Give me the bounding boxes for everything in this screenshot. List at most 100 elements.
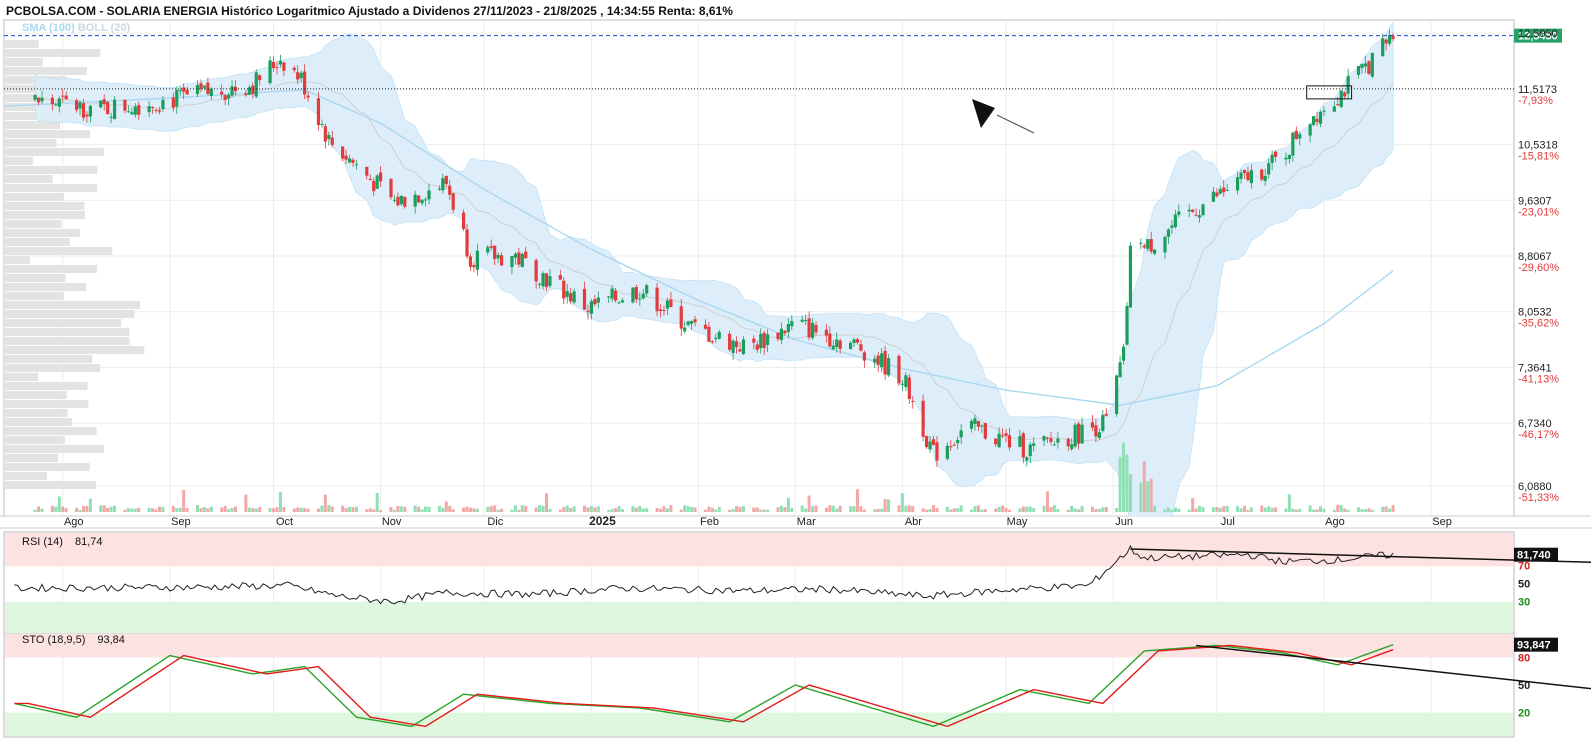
candle-body bbox=[99, 100, 103, 108]
volume-bar bbox=[811, 506, 815, 512]
volume-bar bbox=[1073, 508, 1077, 512]
candle-body bbox=[828, 333, 832, 347]
price-pct-label: -35,62% bbox=[1518, 318, 1559, 330]
volume-profile-bar bbox=[4, 310, 135, 318]
sto-label: STO (18,9,5) 93,84 bbox=[22, 634, 125, 646]
candle-body bbox=[1028, 444, 1032, 457]
volume-bar bbox=[1218, 508, 1222, 512]
volume-bar bbox=[520, 505, 524, 512]
candle-body bbox=[510, 256, 514, 268]
volume-profile-bar bbox=[4, 445, 105, 453]
candle-body bbox=[935, 442, 939, 461]
volume-bar bbox=[897, 505, 901, 512]
volume-bar bbox=[596, 506, 600, 512]
volume-bar bbox=[185, 508, 189, 512]
price-pct-label: -7,93% bbox=[1518, 95, 1553, 107]
volume-bar bbox=[234, 506, 238, 512]
candle-body bbox=[296, 72, 300, 80]
candle-body bbox=[755, 344, 759, 350]
volume-bar bbox=[952, 508, 956, 512]
candle-body bbox=[921, 400, 925, 437]
candle-body bbox=[465, 229, 469, 257]
volume-bar bbox=[396, 505, 400, 512]
boll-legend: BOLL (20) bbox=[77, 22, 131, 34]
volume-bar bbox=[904, 506, 908, 512]
rsi-tick-label: 30 bbox=[1518, 597, 1530, 609]
candle-body bbox=[1094, 425, 1098, 437]
volume-profile-bar bbox=[4, 175, 53, 183]
price-axis: 12,595011,5173-7,93%10,5318-15,81%9,6307… bbox=[1518, 28, 1559, 504]
candle-body bbox=[1066, 438, 1070, 447]
volume-bar bbox=[1122, 442, 1126, 512]
candle-body bbox=[365, 166, 369, 176]
candle-body bbox=[1356, 66, 1361, 75]
candle-body bbox=[994, 438, 998, 445]
volume-bar bbox=[534, 507, 538, 512]
volume-bar bbox=[1080, 505, 1084, 512]
volume-bar bbox=[1187, 509, 1191, 512]
volume-bar bbox=[755, 507, 759, 512]
rsi-tick-label: 70 bbox=[1518, 560, 1530, 572]
candle-body bbox=[282, 62, 286, 71]
candle-body bbox=[85, 114, 89, 117]
candle-body bbox=[130, 112, 134, 115]
volume-bar bbox=[1097, 508, 1101, 512]
volume-bar bbox=[983, 509, 987, 512]
candle-body bbox=[983, 423, 987, 439]
volume-bar bbox=[465, 506, 469, 512]
volume-bar bbox=[731, 508, 735, 512]
volume-bar bbox=[272, 508, 276, 512]
candle-body bbox=[1267, 163, 1271, 175]
candle-body bbox=[707, 326, 711, 342]
candle-body bbox=[904, 375, 908, 387]
candle-body bbox=[175, 90, 179, 107]
volume-profile-bar bbox=[4, 157, 33, 165]
candle-body bbox=[1311, 116, 1316, 125]
candle-body bbox=[855, 339, 860, 343]
candle-body bbox=[800, 319, 804, 322]
volume-bar bbox=[1312, 509, 1316, 512]
candle-body bbox=[1118, 362, 1122, 377]
candle-body bbox=[444, 176, 448, 184]
candle-body bbox=[306, 95, 310, 98]
candle-body bbox=[835, 339, 839, 348]
volume-bar bbox=[330, 506, 334, 512]
candle-body bbox=[126, 111, 130, 113]
volume-profile-bar bbox=[4, 319, 122, 327]
candle-body bbox=[1021, 433, 1025, 458]
candle-body bbox=[690, 321, 694, 324]
candle-body bbox=[78, 102, 82, 109]
volume-bar bbox=[303, 508, 307, 512]
candle-body bbox=[1194, 214, 1198, 216]
candle-body bbox=[392, 199, 397, 201]
volume-bar bbox=[1332, 509, 1336, 512]
volume-bar bbox=[1198, 505, 1202, 512]
candle-body bbox=[123, 99, 127, 111]
candle-body bbox=[634, 287, 638, 300]
volume-profile-bar bbox=[4, 265, 98, 273]
volume-bar bbox=[475, 508, 479, 512]
volume-bar bbox=[1284, 508, 1288, 512]
candle-body bbox=[1115, 375, 1119, 414]
volume-bar bbox=[448, 505, 452, 512]
volume-bar bbox=[665, 508, 669, 512]
volume-bar bbox=[887, 499, 891, 512]
volume-profile-bar bbox=[4, 364, 101, 372]
volume-bar bbox=[268, 508, 272, 512]
candle-body bbox=[33, 95, 37, 100]
volume-bar bbox=[178, 507, 182, 512]
candle-body bbox=[862, 352, 866, 361]
candle-body bbox=[572, 291, 576, 303]
volume-bar bbox=[1367, 508, 1371, 512]
volume-bar bbox=[403, 506, 407, 512]
volume-profile-bar bbox=[4, 58, 43, 66]
volume-bar bbox=[1346, 509, 1350, 512]
volume-bar bbox=[690, 506, 694, 512]
candle-body bbox=[1128, 245, 1133, 308]
volume-bar bbox=[275, 507, 279, 512]
candle-body bbox=[57, 98, 61, 107]
candle-body bbox=[1318, 111, 1323, 124]
month-label: Jul bbox=[1221, 516, 1235, 528]
volume-bar bbox=[800, 505, 804, 512]
stock-chart[interactable]: 12,5450 12,595011,5173-7,93%10,5318-15,8… bbox=[0, 0, 1591, 742]
